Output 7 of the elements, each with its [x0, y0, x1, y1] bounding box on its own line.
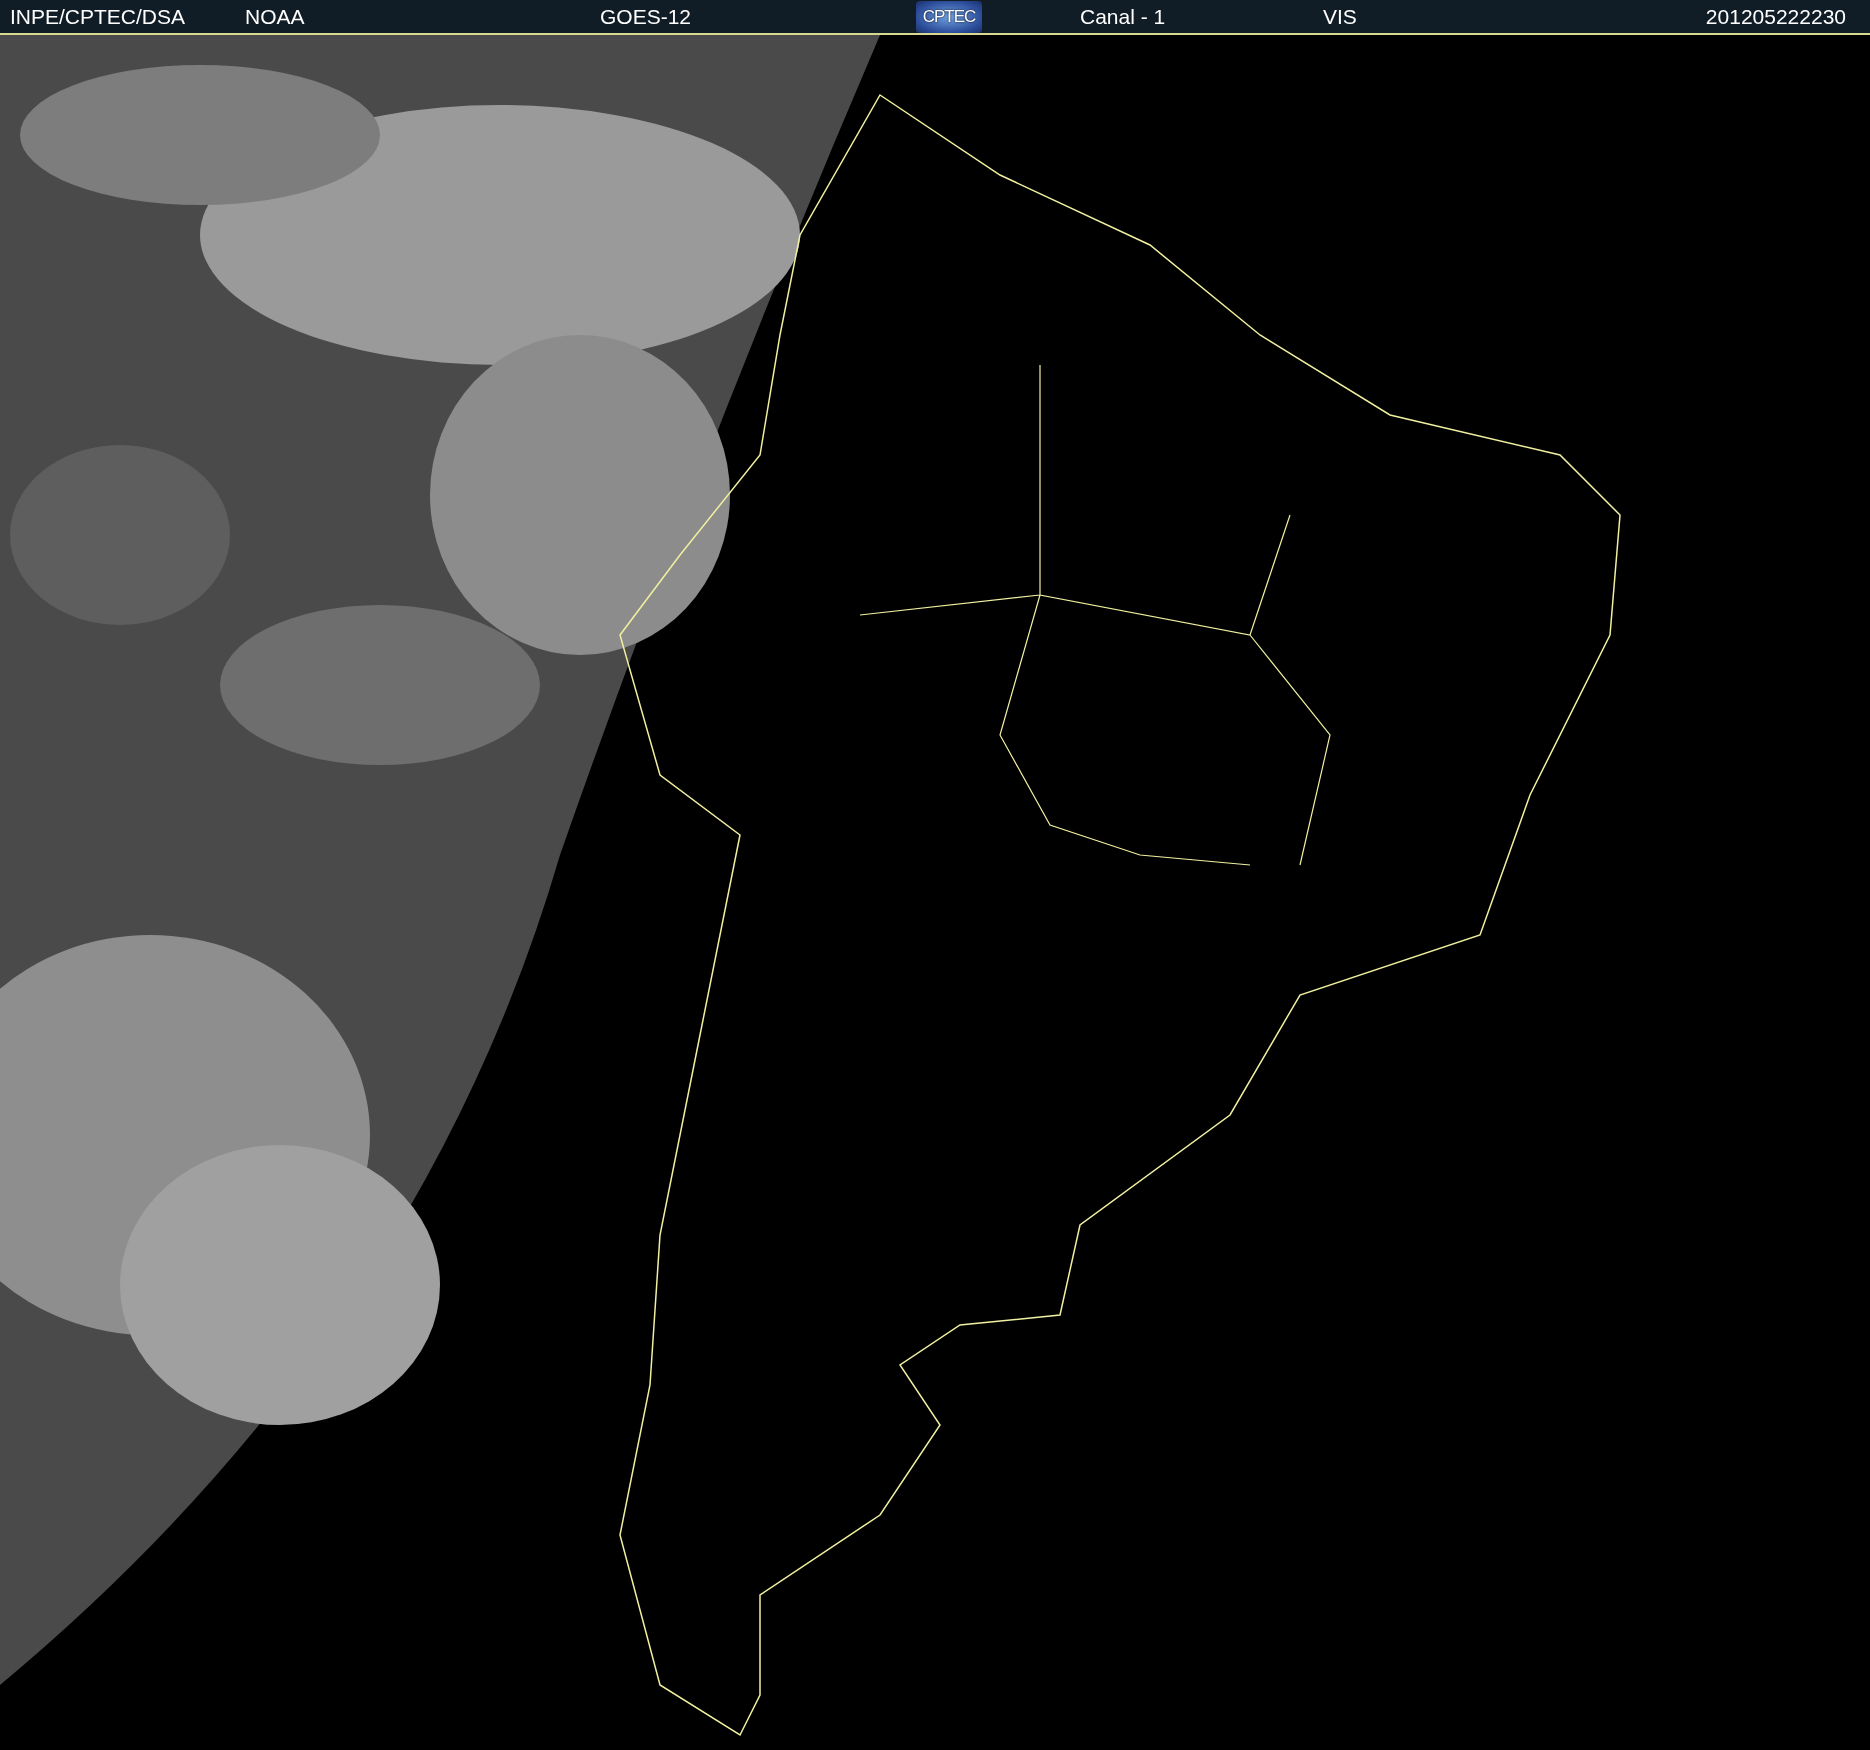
timestamp-label: 201205222230 [1705, 4, 1846, 29]
band-label: VIS [1323, 4, 1358, 29]
agency-label: NOAA [245, 4, 306, 29]
satellite-label: GOES-12 [600, 4, 693, 29]
logo: CPTEC [916, 0, 982, 33]
channel-label: Canal - 1 [1080, 4, 1167, 29]
source-label: INPE/CPTEC/DSA [10, 4, 187, 29]
